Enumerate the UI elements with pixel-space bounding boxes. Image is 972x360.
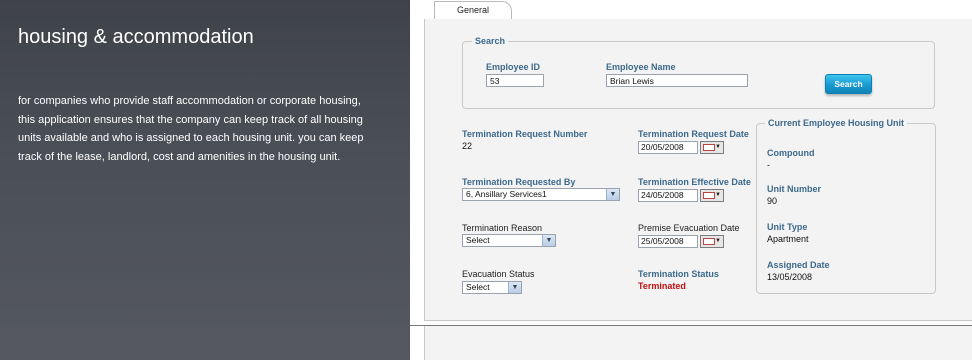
unit-number-value: 90: [767, 196, 778, 206]
employee-name-input[interactable]: [606, 74, 748, 87]
unit-type-value: Apartment: [767, 234, 809, 244]
chevron-down-icon: ▼: [715, 144, 721, 150]
termination-reason-label: Termination Reason: [462, 223, 543, 233]
termination-status-value: Terminated: [638, 281, 686, 291]
effective-date-input[interactable]: 24/05/2008: [638, 189, 698, 202]
evacuation-status-selected: Select: [466, 282, 490, 292]
request-date-input[interactable]: 20/05/2008: [638, 141, 698, 154]
employee-id-input[interactable]: [486, 74, 544, 87]
search-button[interactable]: Search: [825, 74, 872, 94]
termination-reason-select[interactable]: Select ▼: [462, 234, 556, 247]
premise-evacuation-date-label: Premise Evacuation Date: [638, 223, 740, 233]
termination-request-number-label: Termination Request Number: [462, 129, 588, 139]
termination-request-date-label: Termination Request Date: [638, 129, 749, 139]
app-screenshot: Search Employee ID Employee Name Search …: [410, 0, 972, 360]
compound-label: Compound: [767, 148, 815, 158]
evacuation-date-input[interactable]: 25/05/2008: [638, 235, 698, 248]
termination-status-label: Termination Status: [638, 269, 719, 279]
calendar-icon: [703, 192, 715, 199]
requested-by-select[interactable]: 6, Ansillary Services1 ▼: [462, 188, 620, 201]
housing-unit-fieldset: Current Employee Housing Unit Compound -…: [756, 118, 936, 294]
chevron-down-icon: ▼: [715, 192, 721, 198]
requested-by-selected: 6, Ansillary Services1: [466, 189, 547, 199]
unit-number-label: Unit Number: [767, 184, 821, 194]
calendar-icon: [703, 144, 715, 151]
compound-value: -: [767, 160, 770, 170]
calendar-button[interactable]: ▼: [700, 189, 724, 202]
bottom-panel: [424, 326, 972, 360]
intro-panel: housing & accommodation for companies wh…: [0, 0, 410, 360]
chevron-down-icon: ▼: [715, 238, 721, 244]
tab-general[interactable]: General: [434, 1, 512, 19]
form-panel: Search Employee ID Employee Name Search …: [424, 19, 972, 321]
termination-effective-date-label: Termination Effective Date: [638, 177, 751, 187]
evacuation-status-select[interactable]: Select ▼: [462, 281, 522, 294]
search-legend: Search: [472, 36, 509, 46]
calendar-button[interactable]: ▼: [700, 235, 724, 248]
chevron-down-icon[interactable]: ▼: [542, 235, 555, 246]
termination-request-number-value: 22: [462, 141, 473, 151]
intro-title: housing & accommodation: [18, 26, 254, 48]
chevron-down-icon[interactable]: ▼: [606, 189, 619, 200]
employee-id-label: Employee ID: [486, 62, 541, 72]
chevron-down-icon[interactable]: ▼: [508, 282, 521, 293]
assigned-date-value: 13/05/2008: [767, 272, 813, 282]
calendar-button[interactable]: ▼: [700, 141, 724, 154]
evacuation-status-label: Evacuation Status: [462, 269, 535, 279]
termination-requested-by-label: Termination Requested By: [462, 177, 576, 187]
termination-reason-selected: Select: [466, 235, 490, 245]
assigned-date-label: Assigned Date: [767, 260, 830, 270]
unit-type-label: Unit Type: [767, 222, 808, 232]
intro-description: for companies who provide staff accommod…: [18, 95, 364, 163]
search-fieldset: Search Employee ID Employee Name Search: [462, 36, 935, 109]
calendar-icon: [703, 238, 715, 245]
housing-unit-legend: Current Employee Housing Unit: [765, 118, 908, 128]
employee-name-label: Employee Name: [606, 62, 676, 72]
